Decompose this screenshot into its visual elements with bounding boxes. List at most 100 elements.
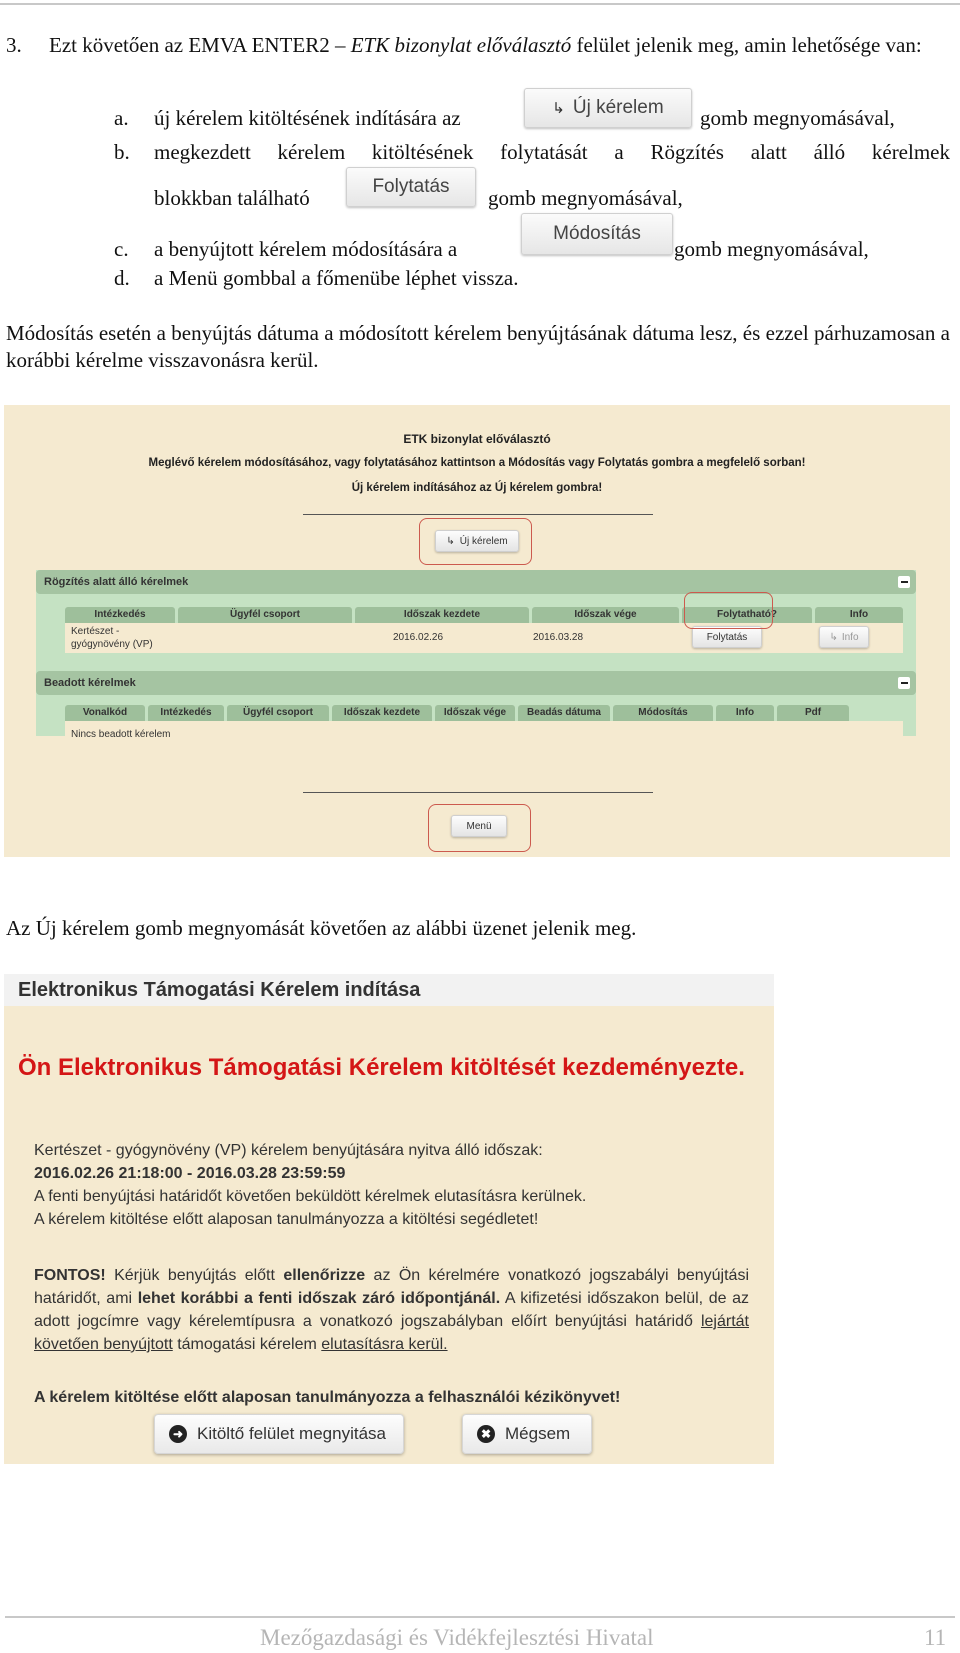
item-text: Ezt követően az EMVA ENTER2 – ETK bizony… xyxy=(49,32,951,59)
divider xyxy=(303,792,653,793)
headline: Ön Elektronikus Támogatási Kérelem kitöl… xyxy=(18,1054,745,1081)
modification-paragraph: Módosítás esetén a benyújtás dátuma a mó… xyxy=(6,321,950,372)
instruction-new: Új kérelem indításához az Új kérelem gom… xyxy=(351,482,603,494)
column-header: Beadás dátuma xyxy=(518,705,610,721)
button-label: Menü xyxy=(466,820,492,832)
column-header: Intézkedés xyxy=(65,607,175,623)
new-request-button-image: ↳ Új kérelem xyxy=(524,88,692,128)
recording-requests-panel: Rögzítés alatt álló kérelmek Intézkedés … xyxy=(36,570,916,662)
modify-button-image: Módosítás xyxy=(521,213,673,255)
etk-preselector-screenshot: ETK bizonylat előválasztó Meglévő kérele… xyxy=(4,405,950,857)
reply-arrow-icon: ↳ xyxy=(552,100,565,117)
table-row: Kertészet - gyógynövény (VP) 2016.02.26 … xyxy=(65,623,903,653)
column-header: Időszak vége xyxy=(532,607,679,623)
continue-button-image: Folytatás xyxy=(346,167,476,207)
submitted-requests-panel: Beadott kérelmek Vonalkód Intézkedés Ügy… xyxy=(36,662,916,750)
panel-title: Beadott kérelmek xyxy=(44,677,136,689)
button-label: Folytatás xyxy=(372,176,450,197)
subitem-letter: b. xyxy=(114,140,130,164)
collapse-icon[interactable] xyxy=(898,576,910,588)
text-bold: ellenőrizze xyxy=(283,1267,366,1284)
column-header: Ügyfél csoport xyxy=(227,705,329,721)
column-header: Időszak kezdete xyxy=(355,607,529,623)
subitem-letter: c. xyxy=(114,237,129,261)
period-info: Kertészet - gyógynövény (VP) kérelem ben… xyxy=(34,1139,749,1231)
subitem-text-after: gomb megnyomásával, xyxy=(674,237,869,261)
table-header: Vonalkód Intézkedés Ügyfél csoport Idősz… xyxy=(65,705,849,721)
cell-measure: Kertészet - gyógynövény (VP) xyxy=(71,626,153,650)
column-header: Ügyfél csoport xyxy=(178,607,352,623)
info-button[interactable]: ↳ Info xyxy=(819,626,869,648)
panel-header: Beadott kérelmek xyxy=(36,671,916,695)
subitem-text: megkezdett kérelem kitöltésének folytatá… xyxy=(154,140,950,164)
dialog-title: Elektronikus Támogatási Kérelem indítása xyxy=(18,979,421,1001)
subitem-text: a Menü gombbal a főmenübe léphet vissza. xyxy=(154,266,519,290)
top-rule xyxy=(0,3,960,5)
subitem-letter: a. xyxy=(114,106,129,130)
menu-button[interactable]: Menü xyxy=(451,815,507,837)
table-row-empty: Nincs beadott kérelem xyxy=(65,721,903,750)
column-header: Módosítás xyxy=(613,705,713,721)
reply-arrow-icon: ↳ xyxy=(446,535,455,547)
arrow-right-circle-icon: ➜ xyxy=(169,1425,187,1443)
button-label: Új kérelem xyxy=(459,535,508,547)
cell-period-start: 2016.02.26 xyxy=(393,632,444,643)
table-header: Intézkedés Ügyfél csoport Időszak kezdet… xyxy=(65,607,903,623)
new-request-paragraph: Az Új kérelem gomb megnyomását követően … xyxy=(6,916,637,940)
subitem-text-before: blokkban található xyxy=(154,186,310,210)
important-notice: FONTOS! Kérjük benyújtás előtt ellenőriz… xyxy=(34,1264,749,1356)
manual-notice: A kérelem kitöltése előtt alaposan tanul… xyxy=(34,1389,621,1406)
item-text-after: felület jelenik meg, amin lehetősége van… xyxy=(571,33,922,57)
subitem-text-before: a benyújtott kérelem módosítására a xyxy=(154,237,458,261)
fontos-label: FONTOS! xyxy=(34,1267,106,1284)
column-header: Pdf xyxy=(777,705,849,721)
deadline-warning: A fenti benyújtási határidőt követően be… xyxy=(34,1188,587,1205)
item-text-before: Ezt követően az EMVA ENTER2 – xyxy=(49,33,351,57)
button-label: Kitöltő felület megnyitása xyxy=(197,1424,386,1443)
guide-notice: A kérelem kitöltése előtt alaposan tanul… xyxy=(34,1211,539,1228)
footer-organization: Mezőgazdasági és Vidékfejlesztési Hivata… xyxy=(260,1625,654,1650)
text: Kérjük benyújtás előtt xyxy=(105,1267,284,1284)
button-label: Mégsem xyxy=(505,1424,571,1443)
reply-arrow-icon: ↳ xyxy=(829,631,838,643)
button-label: Folytatás xyxy=(706,631,748,643)
button-label: Új kérelem xyxy=(572,97,664,118)
subitem-text-after: gomb megnyomásával, xyxy=(488,186,683,210)
footer-rule xyxy=(5,1616,955,1618)
start-request-dialog: Elektronikus Támogatási Kérelem indítása… xyxy=(4,974,774,1464)
text-underline: elutasításra kerül. xyxy=(321,1336,448,1353)
highlight-ring xyxy=(684,592,773,629)
cancel-button[interactable]: ✖ Mégsem xyxy=(462,1414,592,1454)
dialog-header: Elektronikus Támogatási Kérelem indítása xyxy=(4,974,774,1006)
close-circle-icon: ✖ xyxy=(477,1425,495,1443)
subitem-text: új kérelem kitöltésének indítására az xyxy=(154,106,461,130)
column-header: Info xyxy=(815,607,903,623)
page-number: 11 xyxy=(924,1625,947,1650)
period-label: Kertészet - gyógynövény (VP) kérelem ben… xyxy=(34,1142,543,1159)
cell-period-end: 2016.03.28 xyxy=(533,632,584,643)
text-bold: lehet korábbi a fenti időszak záró időpo… xyxy=(137,1290,501,1307)
panel-title: Rögzítés alatt álló kérelmek xyxy=(44,576,189,588)
open-form-button[interactable]: ➜ Kitöltő felület megnyitása xyxy=(154,1414,404,1454)
divider xyxy=(303,514,653,515)
button-label: Módosítás xyxy=(553,223,641,244)
collapse-icon[interactable] xyxy=(898,677,910,689)
column-header: Időszak kezdete xyxy=(332,705,432,721)
subitem-text-after: gomb megnyomásával, xyxy=(700,106,895,130)
item-number: 3. xyxy=(6,33,22,57)
text: támogatási kérelem xyxy=(172,1336,322,1353)
column-header: Intézkedés xyxy=(148,705,224,721)
instruction-existing: Meglévő kérelem módosításához, vagy foly… xyxy=(148,457,806,469)
screen-title: ETK bizonylat előválasztó xyxy=(403,432,551,446)
subitem-letter: d. xyxy=(114,266,130,290)
column-header: Vonalkód xyxy=(65,705,145,721)
item-text-italic: ETK bizonylat előválasztó xyxy=(350,33,572,57)
empty-message: Nincs beadott kérelem xyxy=(71,729,171,740)
period-value: 2016.02.26 21:18:00 - 2016.03.28 23:59:5… xyxy=(34,1165,346,1182)
column-header: Időszak vége xyxy=(435,705,515,721)
new-request-button[interactable]: ↳ Új kérelem xyxy=(435,530,519,552)
continue-button[interactable]: Folytatás xyxy=(692,626,762,648)
button-label: Info xyxy=(841,631,859,643)
panel-header: Rögzítés alatt álló kérelmek xyxy=(36,570,916,594)
column-header: Info xyxy=(716,705,774,721)
